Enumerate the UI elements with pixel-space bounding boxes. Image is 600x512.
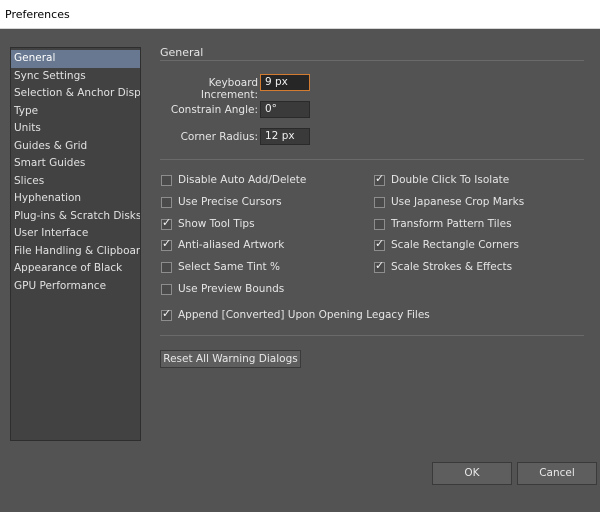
sidebar-item-guides-grid[interactable]: Guides & Grid: [11, 138, 140, 156]
sidebar-item-hyphenation[interactable]: Hyphenation: [11, 190, 140, 208]
disable-auto-add-delete-checkbox[interactable]: Disable Auto Add/Delete: [161, 173, 306, 187]
checkbox-unchecked-icon: [161, 261, 172, 273]
checkbox-unchecked-icon: [374, 218, 385, 230]
sidebar-item-file-handling-clipboard[interactable]: File Handling & Clipboard: [11, 243, 140, 261]
checkbox-label: Select Same Tint %: [178, 261, 280, 273]
checkbox-unchecked-icon: [161, 174, 172, 186]
checkbox-unchecked-icon: [161, 196, 172, 208]
double-click-to-isolate-checkbox[interactable]: Double Click To Isolate: [374, 172, 510, 187]
use-preview-bounds-checkbox[interactable]: Use Preview Bounds: [161, 282, 284, 296]
checkbox-label: Double Click To Isolate: [391, 174, 510, 186]
checkbox-checked-icon: [374, 259, 385, 273]
checkbox-checked-icon: [161, 216, 172, 230]
sidebar-item-units[interactable]: Units: [11, 120, 140, 138]
checkbox-label: Scale Strokes & Effects: [391, 261, 513, 273]
preferences-category-list: General Sync Settings Selection & Anchor…: [10, 47, 141, 441]
sidebar-item-selection-anchor-display[interactable]: Selection & Anchor Display: [11, 85, 140, 103]
checkbox-label: Scale Rectangle Corners: [391, 239, 520, 251]
append-converted-checkbox[interactable]: Append [Converted] Upon Opening Legacy F…: [161, 307, 430, 322]
constrain-angle-label: Constrain Angle:: [170, 104, 258, 116]
checkbox-label: Disable Auto Add/Delete: [178, 174, 307, 186]
show-tool-tips-checkbox[interactable]: Show Tool Tips: [161, 216, 255, 231]
sidebar-item-plugins-scratch-disks[interactable]: Plug-ins & Scratch Disks: [11, 208, 140, 226]
sidebar-item-smart-guides[interactable]: Smart Guides: [11, 155, 140, 173]
sidebar-item-user-interface[interactable]: User Interface: [11, 225, 140, 243]
reset-warning-dialogs-button[interactable]: Reset All Warning Dialogs: [160, 350, 301, 368]
checkbox-checked-icon: [161, 307, 172, 321]
scale-strokes-effects-checkbox[interactable]: Scale Strokes & Effects: [374, 259, 513, 274]
sidebar-item-sync-settings[interactable]: Sync Settings: [11, 68, 140, 86]
cancel-button[interactable]: Cancel: [517, 462, 597, 485]
sidebar-item-type[interactable]: Type: [11, 103, 140, 121]
checkbox-checked-icon: [161, 237, 172, 251]
checkbox-label: Use Japanese Crop Marks: [391, 196, 525, 208]
keyboard-increment-field[interactable]: 9 px: [260, 74, 310, 91]
options-divider: [160, 159, 584, 160]
checkbox-label: Append [Converted] Upon Opening Legacy F…: [178, 309, 430, 321]
checkbox-unchecked-icon: [374, 196, 385, 208]
sidebar-item-appearance-of-black[interactable]: Appearance of Black: [11, 260, 140, 278]
use-precise-cursors-checkbox[interactable]: Use Precise Cursors: [161, 195, 282, 209]
checkbox-label: Anti-aliased Artwork: [178, 239, 285, 251]
ok-button[interactable]: OK: [432, 462, 512, 485]
select-same-tint-checkbox[interactable]: Select Same Tint %: [161, 260, 280, 274]
scale-rectangle-corners-checkbox[interactable]: Scale Rectangle Corners: [374, 237, 520, 252]
checkbox-checked-icon: [374, 172, 385, 186]
checkbox-unchecked-icon: [161, 283, 172, 295]
transform-pattern-tiles-checkbox[interactable]: Transform Pattern Tiles: [374, 217, 512, 231]
sidebar-item-slices[interactable]: Slices: [11, 173, 140, 191]
constrain-angle-field[interactable]: 0°: [260, 101, 310, 118]
window-title: Preferences: [0, 0, 600, 29]
checkbox-label: Transform Pattern Tiles: [391, 218, 512, 230]
checkbox-label: Use Precise Cursors: [178, 196, 282, 208]
corner-radius-label: Corner Radius:: [180, 131, 258, 143]
checkbox-label: Use Preview Bounds: [178, 283, 285, 295]
sidebar-item-gpu-performance[interactable]: GPU Performance: [11, 278, 140, 296]
keyboard-increment-label: Keyboard Increment:: [200, 77, 258, 101]
checkbox-label: Show Tool Tips: [178, 218, 255, 230]
anti-aliased-artwork-checkbox[interactable]: Anti-aliased Artwork: [161, 237, 285, 252]
section-divider: [160, 60, 584, 61]
sidebar-item-general[interactable]: General: [11, 50, 140, 68]
reset-divider: [160, 335, 584, 336]
section-title: General: [160, 46, 204, 59]
use-japanese-crop-marks-checkbox[interactable]: Use Japanese Crop Marks: [374, 195, 524, 209]
corner-radius-field[interactable]: 12 px: [260, 128, 310, 145]
checkbox-checked-icon: [374, 237, 385, 251]
